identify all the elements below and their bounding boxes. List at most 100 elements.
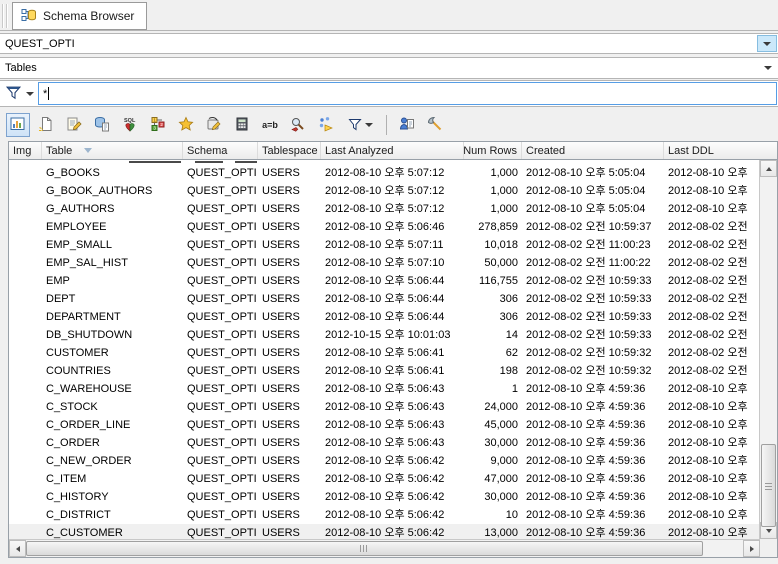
table-row[interactable]: C_ORDER_LINEQUEST_OPTIUSERS2012-08-10 오후… [9,416,759,434]
schema-combobox[interactable]: QUEST_OPTI [0,33,778,54]
cell-created: 2012-08-02 오전 10:59:32 [522,344,664,362]
truncate-button[interactable] [423,113,447,137]
rebuild-button[interactable]: 1 2 3 [146,113,170,137]
table-row[interactable]: EMPLOYEEQUEST_OPTIUSERS2012-08-10 오후 5:0… [9,218,759,236]
vertical-scroll-track[interactable] [760,177,777,522]
privileges-button[interactable] [174,113,198,137]
cell-last_analyzed: 2012-08-10 오후 5:06:43 [321,434,464,452]
column-header-created[interactable]: Created [522,142,664,159]
cell-img [9,200,42,218]
column-header-label: Num Rows [463,145,517,157]
column-header-schema[interactable]: Schema [183,142,258,159]
table-row[interactable]: C_ORDERQUEST_OPTIUSERS2012-08-10 오후 5:06… [9,434,759,452]
object-type-combobox[interactable]: Tables [0,57,778,79]
cell-schema: QUEST_OPTI [183,200,258,218]
cell-created: 2012-08-10 오후 4:59:36 [522,506,664,524]
table-row[interactable]: EMPQUEST_OPTIUSERS2012-08-10 오후 5:06:441… [9,272,759,290]
plot-data-button[interactable] [314,113,338,137]
tables-grid: ImgTable Schema TablespaceLast AnalyzedNum… [8,141,778,558]
report-view-button[interactable] [6,113,30,137]
column-header-last_analyzed[interactable]: Last Analyzed [321,142,464,159]
schema-browser-window: Schema Browser QUEST_OPTI Tables * [0,0,778,564]
cell-img [9,488,42,506]
filter-menu-button[interactable] [0,81,38,106]
cell-last_analyzed: 2012-08-10 오후 5:06:46 [321,218,464,236]
table-row[interactable]: COUNTRIESQUEST_OPTIUSERS2012-08-10 오후 5:… [9,362,759,380]
vertical-scroll-thumb[interactable] [761,444,776,527]
chevron-down-icon [365,123,373,127]
show-sql-button[interactable]: SQL [118,113,142,137]
table-row[interactable]: C_DISTRICTQUEST_OPTIUSERS2012-08-10 오후 5… [9,506,759,524]
table-row[interactable]: CUSTOMERQUEST_OPTIUSERS2012-08-10 오후 5:0… [9,344,759,362]
text-caret [48,87,49,100]
object-toolbar: SQL 1 2 3 [0,109,778,141]
cell-schema: QUEST_OPTI [183,398,258,416]
table-row[interactable]: G_BOOKSQUEST_OPTIUSERS2012-08-10 오후 5:07… [9,164,759,182]
filter-input[interactable]: * [38,82,777,105]
cell-schema: QUEST_OPTI [183,380,258,398]
cell-schema: QUEST_OPTI [183,434,258,452]
cell-num_rows: 45,000 [464,416,522,434]
table-row[interactable]: DEPTQUEST_OPTIUSERS2012-08-10 오후 5:06:44… [9,290,759,308]
column-header-num_rows[interactable]: Num Rows [464,142,522,159]
vertical-scrollbar[interactable] [759,160,777,539]
table-row[interactable]: C_WAREHOUSEQUEST_OPTIUSERS2012-08-10 오후 … [9,380,759,398]
cell-schema: QUEST_OPTI [183,470,258,488]
table-row[interactable]: C_HISTORYQUEST_OPTIUSERS2012-08-10 오후 5:… [9,488,759,506]
scroll-up-button[interactable] [760,160,777,177]
table-row[interactable]: G_BOOK_AUTHORSQUEST_OPTIUSERS2012-08-10 … [9,182,759,200]
column-header-last_ddl[interactable]: Last DDL [664,142,777,159]
cell-last_analyzed: 2012-08-10 오후 5:06:42 [321,452,464,470]
arrow-left-icon [16,546,20,552]
table-row[interactable]: EMP_SAL_HISTQUEST_OPTIUSERS2012-08-10 오후… [9,254,759,272]
cell-table: COUNTRIES [42,362,183,380]
cell-created: 2012-08-02 오전 11:00:23 [522,236,664,254]
cell-created: 2012-08-10 오후 4:59:36 [522,398,664,416]
table-row[interactable]: C_NEW_ORDERQUEST_OPTIUSERS2012-08-10 오후 … [9,452,759,470]
cell-schema: QUEST_OPTI [183,164,258,182]
toolbar-grip[interactable] [2,4,9,28]
describe-button[interactable] [395,113,419,137]
column-header-img[interactable]: Img [9,142,42,159]
tab-schema-browser[interactable]: Schema Browser [12,2,147,30]
horizontal-scroll-track[interactable] [26,540,743,557]
table-row[interactable]: EMP_SMALLQUEST_OPTIUSERS2012-08-10 오후 5:… [9,236,759,254]
arrow-down-icon [766,529,772,533]
table-row[interactable]: G_AUTHORSQUEST_OPTIUSERS2012-08-10 오후 5:… [9,200,759,218]
cell-img [9,434,42,452]
tab-label: Schema Browser [43,9,134,23]
scroll-right-button[interactable] [743,540,760,557]
chevron-down-icon [763,42,771,46]
column-header-label: Schema [187,145,227,157]
cell-img [9,470,42,488]
table-row[interactable]: DB_SHUTDOWNQUEST_OPTIUSERS2012-10-15 오후 … [9,326,759,344]
create-like-button[interactable] [90,113,114,137]
count-rows-button[interactable] [230,113,254,137]
cell-table: C_ORDER [42,434,183,452]
cell-last_analyzed: 2012-08-10 오후 5:06:42 [321,506,464,524]
cell-img [9,236,42,254]
horizontal-scrollbar[interactable] [9,539,760,557]
alter-button[interactable] [62,113,86,137]
table-row[interactable]: C_ITEMQUEST_OPTIUSERS2012-08-10 오후 5:06:… [9,470,759,488]
table-row[interactable]: C_STOCKQUEST_OPTIUSERS2012-08-10 오후 5:06… [9,398,759,416]
arrow-up-icon [766,167,772,171]
column-header-table[interactable]: Table [42,142,183,159]
schema-combobox-dropdown-button[interactable] [757,35,777,52]
column-header-tablespace[interactable]: Tablespace [258,142,321,159]
rename-button[interactable] [202,113,226,137]
filter-button[interactable] [342,113,378,137]
cell-last_analyzed: 2012-08-10 오후 5:06:42 [321,488,464,506]
cell-tablespace: USERS [258,434,321,452]
cell-num_rows: 10 [464,506,522,524]
table-row[interactable]: C_CUSTOMERQUEST_OPTIUSERS2012-08-10 오후 5… [9,524,759,539]
horizontal-scroll-thumb[interactable] [26,541,703,556]
table-row[interactable]: DEPARTMENTQUEST_OPTIUSERS2012-08-10 오후 5… [9,308,759,326]
analyze-button[interactable] [286,113,310,137]
compare-button[interactable]: a=b [258,113,282,137]
chevron-down-icon [26,92,34,96]
create-new-button[interactable] [34,113,58,137]
cell-table: C_NEW_ORDER [42,452,183,470]
object-type-dropdown-button[interactable] [759,59,777,77]
scroll-left-button[interactable] [9,540,26,557]
